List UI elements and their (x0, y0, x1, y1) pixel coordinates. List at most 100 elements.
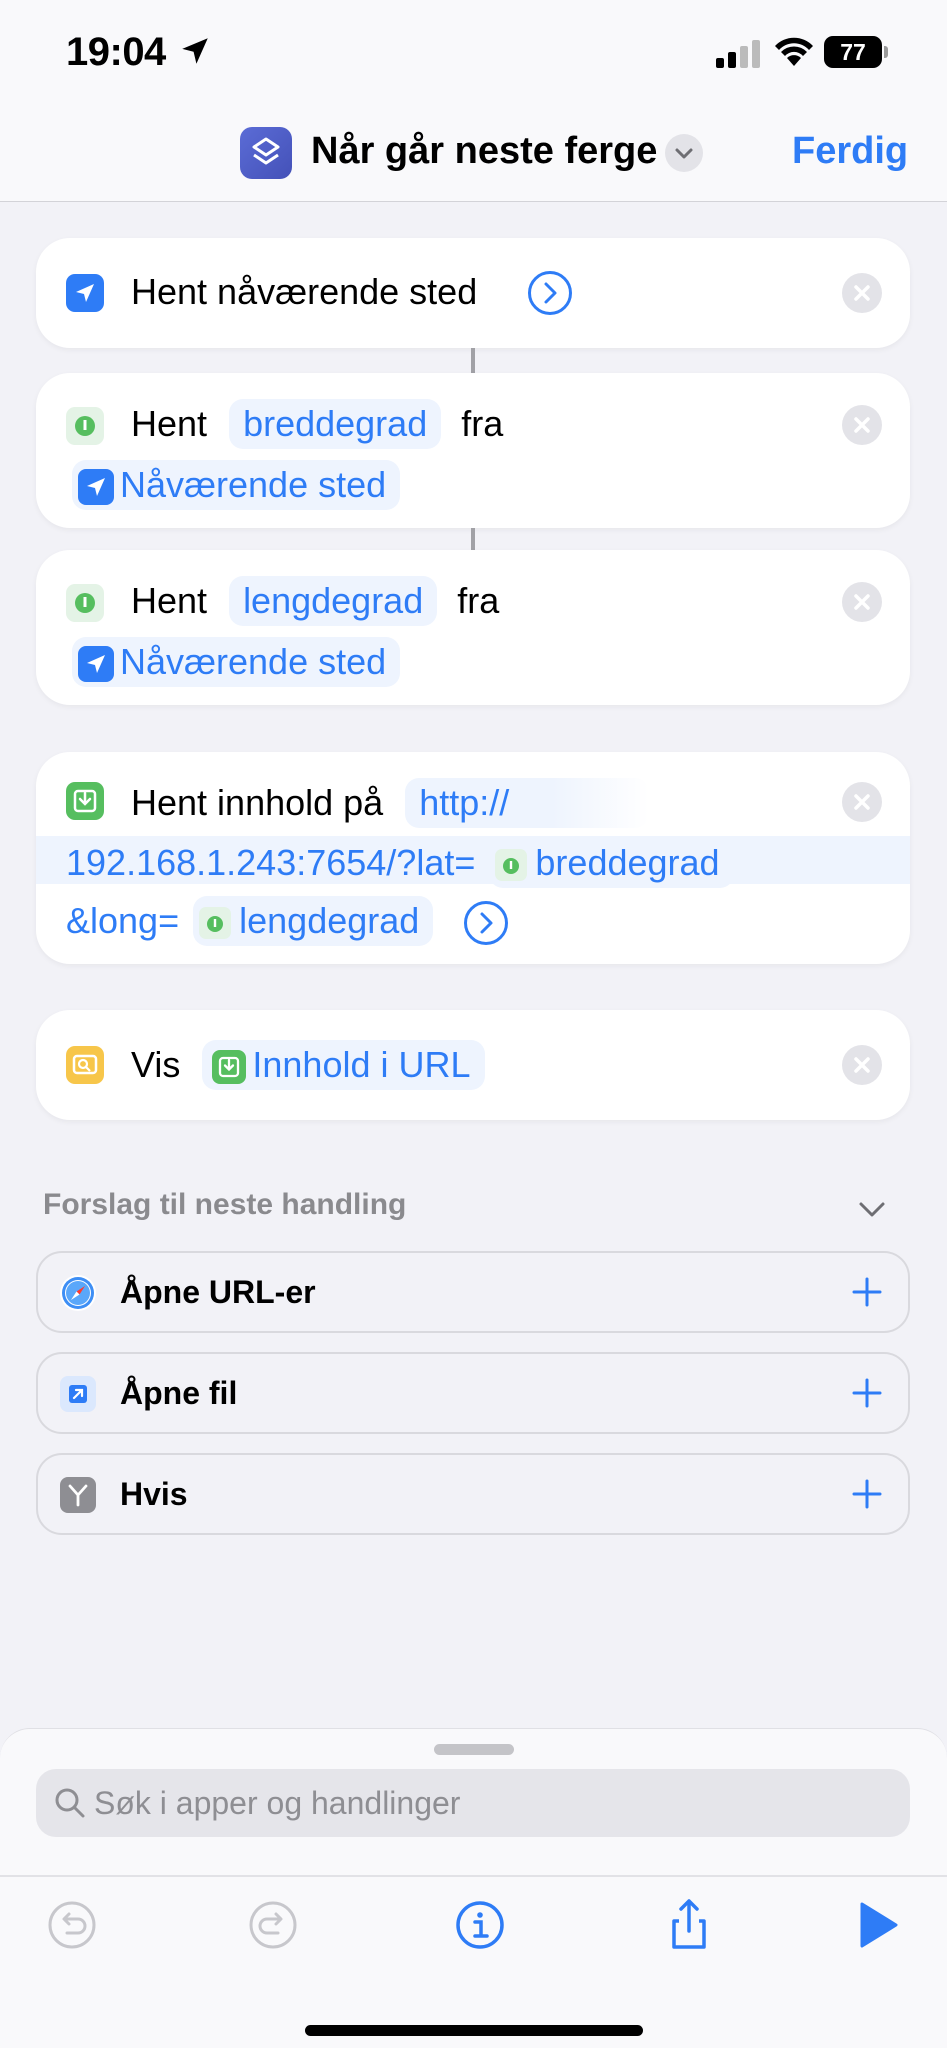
play-icon[interactable] (848, 1895, 908, 1955)
param-token[interactable]: lengdegrad (229, 576, 438, 626)
action-card-show-result[interactable]: Vis Innhold i URL (36, 1010, 910, 1120)
action-line: Vis Innhold i URL (131, 1040, 485, 1090)
variable-label: Nåværende sted (120, 641, 387, 682)
remove-action-button[interactable] (842, 405, 882, 445)
search-input[interactable] (94, 1769, 874, 1837)
home-indicator (305, 2025, 643, 2036)
url-token-start[interactable]: http:// (405, 778, 650, 828)
safari-compass-icon (60, 1275, 96, 1311)
search-field[interactable] (36, 1769, 910, 1837)
status-bar: 19:04 77 (0, 0, 947, 100)
location-icon (66, 274, 104, 312)
search-icon (55, 1788, 85, 1818)
plus-icon[interactable] (848, 1374, 886, 1412)
map-pin-icon (66, 407, 104, 445)
suggestion-open-urls[interactable]: Åpne URL-er (36, 1251, 910, 1333)
quick-look-icon (66, 1046, 104, 1084)
action-connector (471, 528, 475, 550)
url-line: &long= lengdegrad (66, 896, 509, 946)
battery-cap (884, 46, 888, 58)
chevron-circle-icon[interactable] (527, 270, 573, 316)
map-pin-icon (66, 584, 104, 622)
status-time: 19:04 (66, 30, 166, 74)
chevron-circle-icon[interactable] (463, 900, 509, 946)
remove-action-button[interactable] (842, 1045, 882, 1085)
action-verb: Hent (131, 580, 208, 621)
shortcut-title[interactable]: Når går neste ferge (311, 130, 657, 173)
map-pin-icon (495, 849, 528, 882)
action-card-get-longitude[interactable]: Hent lengdegrad fra Nåværende sted (36, 550, 910, 705)
variable-label: Innhold i URL (252, 1044, 471, 1085)
suggestion-label: Åpne URL-er (120, 1274, 316, 1310)
close-icon (854, 1057, 870, 1073)
variable-label: breddegrad (535, 842, 720, 883)
close-icon (854, 794, 870, 810)
variable-token[interactable]: Innhold i URL (202, 1040, 485, 1090)
cellular-signal-icon (716, 40, 760, 68)
action-line: Hent lengdegrad fra (131, 576, 499, 626)
remove-action-button[interactable] (842, 273, 882, 313)
action-verb: Hent (131, 403, 208, 444)
action-connector (471, 348, 475, 373)
layers-icon (252, 137, 280, 165)
source-line: Nåværende sted (72, 637, 401, 687)
suggestions-header: Forslag til neste handling (43, 1188, 407, 1221)
close-icon (854, 594, 870, 610)
variable-label: lengdegrad (239, 900, 420, 941)
download-icon (66, 782, 104, 820)
action-preposition: fra (461, 403, 504, 444)
action-line: Hent innhold på http:// (131, 778, 650, 828)
chevron-down-icon (675, 148, 693, 159)
shortcuts-app-icon[interactable] (240, 127, 292, 179)
variable-token[interactable]: breddegrad (489, 838, 734, 888)
param-token[interactable]: breddegrad (229, 399, 442, 449)
sheet-grabber[interactable] (434, 1744, 514, 1755)
variable-label: Nåværende sted (120, 464, 387, 505)
close-icon (854, 417, 870, 433)
variable-token[interactable]: Nåværende sted (72, 637, 401, 687)
action-search-sheet (0, 1728, 947, 2048)
redo-icon[interactable] (243, 1895, 303, 1955)
undo-icon[interactable] (42, 1895, 102, 1955)
remove-action-button[interactable] (842, 782, 882, 822)
done-button[interactable]: Ferdig (792, 130, 908, 173)
wifi-icon (775, 37, 813, 66)
url-text[interactable]: &long= (66, 900, 179, 941)
source-line: Nåværende sted (72, 460, 401, 510)
chevron-down-icon[interactable] (856, 1193, 888, 1225)
nav-bar: Når går neste ferge Ferdig (0, 100, 947, 202)
variable-token[interactable]: lengdegrad (193, 896, 434, 946)
remove-action-button[interactable] (842, 582, 882, 622)
action-verb: Vis (131, 1044, 181, 1085)
share-icon[interactable] (659, 1895, 719, 1955)
action-label: Hent nåværende sted (131, 271, 478, 312)
suggestion-label: Hvis (120, 1476, 188, 1512)
title-menu-button[interactable] (665, 134, 703, 172)
toolbar-divider (0, 1875, 947, 1877)
action-card-get-location[interactable]: Hent nåværende sted (36, 238, 910, 348)
location-icon (78, 469, 114, 506)
action-line: Hent breddegrad fra (131, 399, 503, 449)
action-label: Hent innhold på (131, 782, 384, 823)
open-file-icon (60, 1376, 96, 1412)
plus-icon[interactable] (848, 1273, 886, 1311)
location-icon (78, 646, 114, 683)
variable-token[interactable]: Nåværende sted (72, 460, 401, 510)
info-icon[interactable] (450, 1895, 510, 1955)
plus-icon[interactable] (848, 1475, 886, 1513)
battery-level: 77 (824, 36, 882, 68)
action-card-get-url-contents[interactable]: Hent innhold på http:// 192.168.1.243:76… (36, 752, 910, 964)
suggestion-label: Åpne fil (120, 1375, 238, 1411)
url-text[interactable]: 192.168.1.243:7654/?lat= (66, 842, 475, 883)
close-icon (854, 285, 870, 301)
suggestion-if[interactable]: Hvis (36, 1453, 910, 1535)
url-line: 192.168.1.243:7654/?lat= breddegrad (66, 838, 734, 888)
location-arrow-icon (182, 38, 208, 64)
map-pin-icon (199, 907, 232, 940)
action-preposition: fra (457, 580, 500, 621)
suggestion-open-file[interactable]: Åpne fil (36, 1352, 910, 1434)
action-card-get-latitude[interactable]: Hent breddegrad fra Nåværende sted (36, 373, 910, 528)
download-icon (212, 1050, 247, 1085)
branch-icon (60, 1477, 96, 1513)
battery-indicator: 77 (824, 36, 888, 68)
